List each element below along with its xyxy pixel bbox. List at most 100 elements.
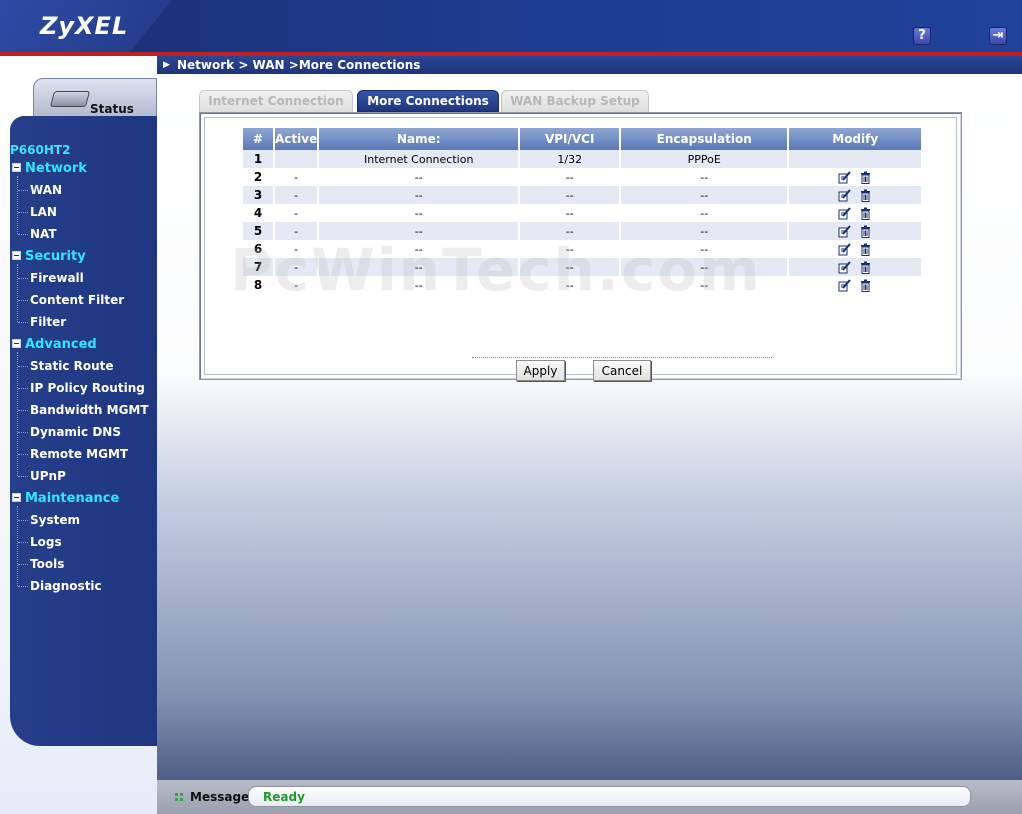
nav-item-wan[interactable]: WAN bbox=[17, 183, 62, 197]
tab-internet-connection[interactable]: Internet Connection bbox=[199, 90, 353, 112]
apply-button[interactable]: Apply bbox=[516, 360, 565, 381]
table-row: 7- -- -- -- bbox=[243, 258, 922, 276]
cell-active: - bbox=[275, 186, 318, 204]
nav-item-content-filter[interactable]: Content Filter bbox=[17, 293, 124, 307]
table-row: 8- -- -- -- bbox=[243, 276, 922, 294]
nav-item-lan[interactable]: LAN bbox=[18, 205, 57, 219]
trash-icon[interactable] bbox=[859, 261, 872, 274]
nav-section-maintenance[interactable]: Maintenance bbox=[12, 491, 119, 506]
tab-more-connections[interactable]: More Connections bbox=[357, 90, 499, 112]
edit-icon[interactable] bbox=[838, 206, 851, 220]
cell-vpi-vci: -- bbox=[520, 240, 620, 258]
edit-icon[interactable] bbox=[838, 242, 851, 256]
nav-section-network[interactable]: Network bbox=[12, 161, 87, 176]
cell-number: 1 bbox=[243, 150, 273, 168]
status-label: Status bbox=[90, 102, 134, 116]
cell-vpi-vci: -- bbox=[520, 186, 620, 204]
cell-active: - bbox=[275, 276, 318, 294]
trash-icon[interactable] bbox=[859, 243, 872, 256]
collapse-icon bbox=[12, 251, 21, 260]
nav-item-ip-policy-routing[interactable]: IP Policy Routing bbox=[18, 381, 145, 395]
modify-actions bbox=[789, 170, 921, 184]
cell-name: -- bbox=[319, 204, 519, 222]
edit-icon[interactable] bbox=[838, 278, 851, 292]
nav-item-dynamic-dns[interactable]: Dynamic DNS bbox=[18, 425, 121, 439]
nav-item-firewall[interactable]: Firewall bbox=[18, 271, 84, 285]
help-icon: ? bbox=[918, 28, 926, 43]
nav-item-diagnostic[interactable]: Diagnostic bbox=[18, 579, 102, 593]
table-row: 5- -- -- -- bbox=[243, 222, 922, 240]
cell-encapsulation: -- bbox=[621, 168, 788, 186]
cell-encapsulation: -- bbox=[621, 204, 788, 222]
cell-number: 2 bbox=[243, 168, 273, 186]
cell-vpi-vci: 1/32 bbox=[520, 150, 620, 168]
col-header-encapsulation: Encapsulation bbox=[621, 128, 788, 150]
cell-modify bbox=[789, 276, 922, 294]
message-icon bbox=[175, 793, 183, 801]
trash-icon[interactable] bbox=[859, 207, 872, 220]
nav-item-remote-mgmt[interactable]: Remote MGMT bbox=[17, 447, 128, 461]
cell-number: 4 bbox=[243, 204, 273, 222]
trash-icon[interactable] bbox=[859, 225, 872, 238]
nav-item-bandwidth-mgmt[interactable]: Bandwidth MGMT bbox=[18, 403, 149, 417]
message-label: Message bbox=[190, 790, 250, 804]
table-header-row: # Active Name: VPI/VCI Encapsulation Mod… bbox=[243, 128, 922, 150]
nav-section-security[interactable]: Security bbox=[12, 249, 86, 264]
cell-modify bbox=[789, 168, 922, 186]
cell-encapsulation: -- bbox=[621, 276, 788, 294]
nav-item-system[interactable]: System bbox=[18, 513, 80, 527]
cell-active: - bbox=[275, 222, 318, 240]
cell-active: - bbox=[275, 258, 318, 276]
modify-actions bbox=[789, 188, 921, 202]
cell-encapsulation: -- bbox=[621, 186, 788, 204]
cancel-button[interactable]: Cancel bbox=[593, 360, 651, 381]
edit-icon[interactable] bbox=[838, 170, 851, 184]
nav-section-advanced[interactable]: Advanced bbox=[12, 337, 97, 352]
cell-vpi-vci: -- bbox=[520, 258, 620, 276]
col-header-name: Name: bbox=[319, 128, 519, 150]
nav-item-nat[interactable]: NAT bbox=[18, 227, 57, 241]
nav-item-tools[interactable]: Tools bbox=[17, 557, 64, 571]
trash-icon[interactable] bbox=[859, 189, 872, 202]
col-header-active: Active bbox=[275, 128, 318, 150]
modify-actions bbox=[789, 278, 921, 292]
cell-encapsulation: -- bbox=[621, 240, 788, 258]
table-row: 3- -- -- -- bbox=[243, 186, 922, 204]
cell-modify bbox=[789, 258, 922, 276]
edit-icon[interactable] bbox=[838, 260, 851, 274]
cell-vpi-vci: -- bbox=[520, 168, 620, 186]
cell-active: - bbox=[275, 168, 318, 186]
cell-name: Internet Connection bbox=[319, 150, 519, 168]
edit-icon[interactable] bbox=[838, 188, 851, 202]
cell-name: -- bbox=[319, 276, 519, 294]
logout-button[interactable]: ⇥ bbox=[989, 27, 1007, 45]
cell-vpi-vci: -- bbox=[520, 222, 620, 240]
cell-name: -- bbox=[319, 258, 519, 276]
device-model: P660HT2 bbox=[10, 143, 71, 157]
table-row: 4- -- -- -- bbox=[243, 204, 922, 222]
brand-name: ZyXEL bbox=[40, 12, 129, 40]
cell-number: 3 bbox=[243, 186, 273, 204]
modify-actions bbox=[789, 224, 921, 238]
edit-icon[interactable] bbox=[838, 224, 851, 238]
cell-modify bbox=[789, 204, 922, 222]
nav-item-static-route[interactable]: Static Route bbox=[18, 359, 114, 373]
trash-icon[interactable] bbox=[859, 171, 872, 184]
cell-active: - bbox=[275, 240, 318, 258]
cell-number: 8 bbox=[243, 276, 273, 294]
zyxel-logo: ZyXEL bbox=[0, 0, 172, 52]
nav-item-upnp[interactable]: UPnP bbox=[18, 469, 66, 483]
status-message: Ready bbox=[263, 790, 305, 804]
table-row: 1 Internet Connection 1/32 PPPoE bbox=[243, 150, 922, 168]
nav-item-logs[interactable]: Logs bbox=[18, 535, 62, 549]
breadcrumb: Network > WAN >More Connections bbox=[177, 58, 421, 72]
status-footer: Message Ready bbox=[157, 780, 1022, 814]
logout-icon: ⇥ bbox=[992, 28, 1004, 43]
modify-actions bbox=[789, 242, 921, 256]
tab-wan-backup-setup[interactable]: WAN Backup Setup bbox=[501, 90, 649, 112]
cell-modify bbox=[789, 240, 922, 258]
nav-item-filter[interactable]: Filter bbox=[17, 315, 66, 329]
cell-active: - bbox=[275, 204, 318, 222]
help-button[interactable]: ? bbox=[913, 27, 931, 45]
trash-icon[interactable] bbox=[859, 279, 872, 292]
